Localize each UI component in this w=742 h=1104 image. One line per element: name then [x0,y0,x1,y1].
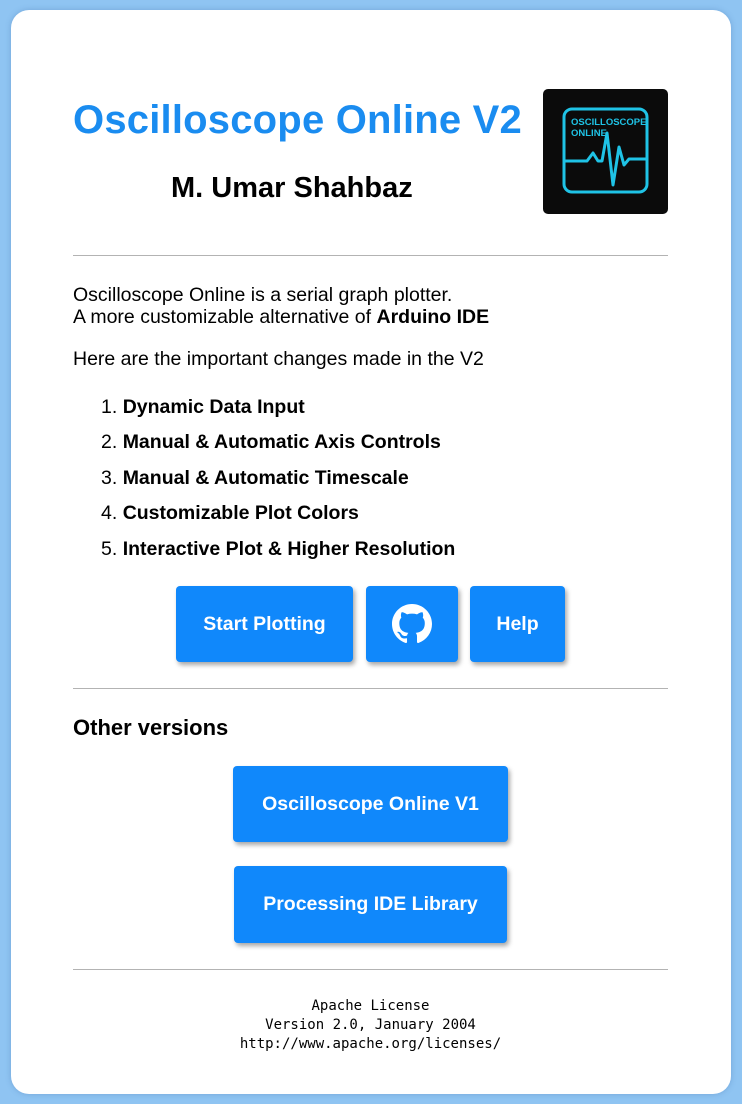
list-item-text: Customizable Plot Colors [122,502,359,524]
license-text: Apache License Version 2.0, January 2004… [73,997,668,1054]
other-versions-heading: Other versions [73,715,229,740]
intro-text: Oscilloscope Online is a serial graph pl… [73,284,489,328]
list-item-text: Manual & Automatic Axis Controls [122,431,441,453]
intro-line2-prefix: A more customizable alternative of [73,306,377,328]
list-item-text: Dynamic Data Input [122,396,305,418]
intro-line2: A more customizable alternative of Ardui… [73,306,489,328]
author-name: M. Umar Shahbaz [171,172,413,204]
start-plotting-label: Start Plotting [203,612,326,635]
list-item-number: 5. [101,538,118,560]
oscilloscope-logo-icon: OSCILLOSCOPE ONLINE [562,107,649,194]
help-label: Help [496,612,539,635]
list-item: 5. Interactive Plot & Higher Resolution [101,538,455,561]
help-button[interactable]: Help [470,586,565,662]
start-plotting-button[interactable]: Start Plotting [176,586,353,662]
intro-line1: Oscilloscope Online is a serial graph pl… [73,284,453,306]
changes-intro: Here are the important changes made in t… [73,348,484,370]
list-item-number: 3. [101,467,118,489]
divider [73,688,668,689]
list-item-number: 1. [101,396,118,418]
oscilloscope-online-v1-button[interactable]: Oscilloscope Online V1 [233,766,508,842]
list-item-number: 2. [101,431,118,453]
list-item: 4. Customizable Plot Colors [101,502,359,525]
license-line1: Apache License [311,998,430,1014]
processing-ide-library-button[interactable]: Processing IDE Library [234,866,507,943]
app-logo: OSCILLOSCOPE ONLINE [543,89,668,214]
list-item: 2. Manual & Automatic Axis Controls [101,431,441,454]
list-item-number: 4. [101,502,118,524]
license-url[interactable]: http://www.apache.org/licenses/ [73,1035,668,1054]
page-title: Oscilloscope Online V2 [73,98,522,142]
logo-text-line1: OSCILLOSCOPE [571,117,646,128]
github-icon [392,604,432,644]
divider [73,255,668,256]
list-item: 1. Dynamic Data Input [101,396,305,419]
divider [73,969,668,970]
list-item: 3. Manual & Automatic Timescale [101,467,409,490]
github-button[interactable] [366,586,458,662]
logo-text-line2: ONLINE [571,128,607,139]
list-item-text: Interactive Plot & Higher Resolution [122,538,456,560]
license-line2: Version 2.0, January 2004 [265,1017,476,1033]
processing-ide-library-label: Processing IDE Library [263,893,478,915]
list-item-text: Manual & Automatic Timescale [122,467,409,489]
arduino-ide-text: Arduino IDE [376,306,490,328]
oscilloscope-online-v1-label: Oscilloscope Online V1 [262,792,479,815]
